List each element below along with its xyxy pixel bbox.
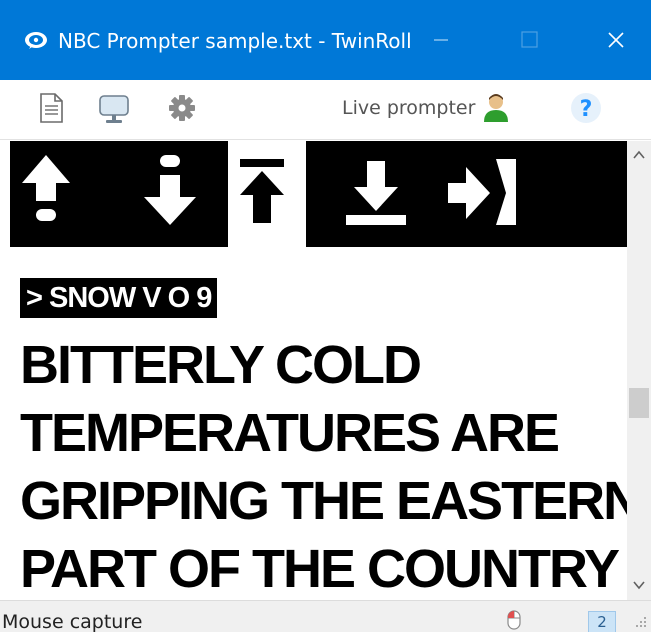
exit-button[interactable] — [444, 141, 544, 247]
title-bar: NBC Prompter sample.txt - TwinRoll — [0, 0, 651, 80]
scroll-thumb[interactable] — [629, 388, 649, 418]
prompter-view[interactable]: > SNOW V O 9 BITTERLY COLD TEMPERATURES … — [10, 141, 627, 600]
minimize-button[interactable] — [412, 18, 468, 62]
exit-icon — [448, 159, 516, 225]
live-prompter-button[interactable]: Live prompter — [336, 88, 518, 128]
scroll-up-button[interactable] — [10, 141, 118, 247]
document-icon — [40, 93, 63, 123]
help-button[interactable]: ? — [566, 88, 606, 128]
jump-to-bottom-icon — [346, 161, 406, 225]
window-title: NBC Prompter sample.txt - TwinRoll — [58, 29, 412, 53]
cue-label: > SNOW V O 9 — [20, 278, 218, 318]
chevron-down-icon — [633, 581, 645, 590]
mouse-icon[interactable] — [506, 607, 522, 631]
script-line: TEMPERATURES ARE — [20, 403, 560, 463]
vertical-scrollbar[interactable] — [627, 141, 651, 600]
script-line: PART OF THE COUNTRY — [20, 539, 620, 599]
scroll-up-arrow[interactable] — [627, 141, 651, 171]
close-icon — [608, 32, 624, 48]
live-prompter-label: Live prompter — [342, 97, 476, 119]
resize-grip-icon[interactable] — [634, 615, 648, 629]
arrow-down-icon — [144, 155, 196, 225]
close-button[interactable] — [588, 18, 644, 62]
settings-button[interactable] — [162, 88, 202, 128]
maximize-icon — [521, 31, 538, 48]
toolbar: Live prompter ? — [0, 80, 651, 140]
jump-to-top-icon — [240, 159, 284, 223]
status-text: Mouse capture — [2, 611, 143, 632]
scroll-down-arrow[interactable] — [627, 570, 651, 600]
help-icon: ? — [571, 93, 601, 123]
script-line: GRIPPING THE EASTERN — [20, 471, 627, 531]
arrow-up-icon — [22, 155, 70, 221]
navigation-bar — [10, 141, 627, 247]
script-line: BITTERLY COLD — [20, 335, 422, 395]
gear-icon — [169, 95, 195, 121]
status-bar: Mouse capture 2 — [0, 600, 651, 632]
jump-to-top-button[interactable] — [228, 141, 306, 247]
maximize-button[interactable] — [502, 18, 558, 62]
script-text: BITTERLY COLD TEMPERATURES ARE GRIPPING … — [20, 331, 627, 600]
jump-to-bottom-button[interactable] — [306, 141, 444, 247]
minimize-icon — [434, 39, 448, 41]
help-label: ? — [580, 97, 593, 122]
app-logo-icon — [25, 32, 47, 49]
monitor-icon — [99, 95, 129, 123]
page-number-badge: 2 — [588, 611, 616, 632]
chevron-up-icon — [633, 150, 645, 159]
display-settings-button[interactable] — [94, 88, 134, 128]
scroll-down-button[interactable] — [118, 141, 228, 247]
open-script-button[interactable] — [32, 88, 72, 128]
user-icon — [484, 94, 508, 122]
